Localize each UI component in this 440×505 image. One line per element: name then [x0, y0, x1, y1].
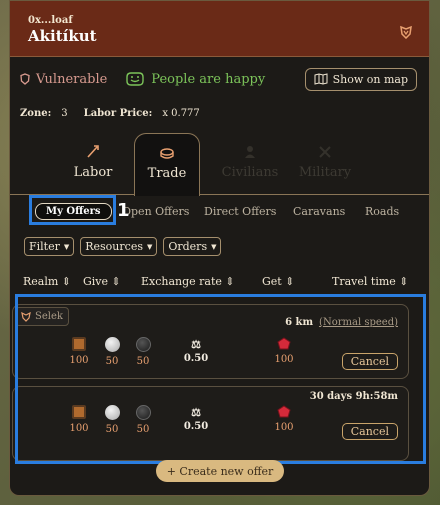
labor-price-value: x 0.777	[162, 107, 200, 119]
filter-row: Filter ▼ Resources ▼ Orders ▼	[10, 227, 429, 267]
vulnerable-label: Vulnerable	[36, 71, 108, 87]
column-headers: Realm ⇕ Give ⇕ Exchange rate ⇕ Get ⇕ Tra…	[10, 267, 429, 295]
map-icon	[314, 73, 328, 85]
col-realm[interactable]: Realm ⇕	[23, 275, 71, 288]
show-on-map-label: Show on map	[332, 72, 408, 86]
shield-icon	[20, 73, 30, 85]
col-get[interactable]: Get ⇕	[262, 275, 294, 288]
tab-civilians-label: Civilians	[221, 165, 279, 180]
civilians-icon	[245, 146, 255, 158]
crest-icon[interactable]	[399, 25, 413, 39]
owner-address: 0x...loaf	[28, 15, 73, 26]
status-row: Vulnerable People are happy Show on map	[10, 57, 429, 101]
zone-value: 3	[61, 107, 68, 119]
resources-dropdown[interactable]: Resources ▼	[80, 237, 158, 256]
highlight-box	[29, 195, 116, 225]
orders-label: Orders	[168, 240, 208, 253]
happiness-label: People are happy	[151, 71, 266, 87]
resources-label: Resources	[85, 240, 143, 253]
filter-dropdown[interactable]: Filter ▼	[24, 237, 75, 256]
tab-trade-label: Trade	[147, 166, 187, 181]
tab-military-label: Military	[298, 165, 352, 180]
tab-direct-offers[interactable]: Direct Offers	[204, 205, 276, 218]
filter-label: Filter	[29, 240, 60, 253]
tab-open-offers[interactable]: Open Offers	[122, 205, 189, 218]
orders-dropdown[interactable]: Orders ▼	[163, 237, 222, 256]
highlight-number: 1	[117, 200, 130, 221]
caret-down-icon: ▼	[146, 242, 153, 251]
vulnerable-status: Vulnerable	[20, 72, 107, 87]
tab-labor[interactable]: Labor	[60, 133, 126, 195]
zone-label: Zone:	[20, 107, 52, 119]
panel-header: 0x...loaf Akitíkut	[10, 1, 429, 57]
labor-price-label: Labor Price:	[83, 107, 153, 119]
happiness-status: People are happy	[125, 71, 265, 87]
tab-labor-label: Labor	[73, 165, 113, 180]
tab-trade[interactable]: Trade	[134, 133, 200, 196]
main-tabs: Labor Trade Civilians Military	[10, 133, 429, 196]
caret-down-icon: ▼	[63, 242, 70, 251]
col-give[interactable]: Give ⇕	[83, 275, 121, 288]
col-exchange-rate[interactable]: Exchange rate ⇕	[141, 275, 235, 288]
tab-roads[interactable]: Roads	[365, 205, 399, 218]
col-travel-time[interactable]: Travel time ⇕	[332, 275, 409, 288]
tab-civilians[interactable]: Civilians	[217, 133, 283, 195]
coins-icon	[160, 148, 174, 159]
create-offer-button[interactable]: + Create new offer	[156, 460, 284, 482]
hammer-icon	[87, 145, 99, 158]
happy-icon	[126, 72, 144, 86]
tab-military[interactable]: Military	[292, 133, 358, 195]
realm-title: Akitíkut	[28, 27, 97, 45]
military-icon	[319, 146, 331, 158]
show-on-map-button[interactable]: Show on map	[304, 67, 417, 91]
tab-caravans[interactable]: Caravans	[293, 205, 345, 218]
zone-row: Zone: 3 Labor Price: x 0.777	[10, 101, 429, 125]
highlight-box	[15, 294, 426, 464]
caret-down-icon: ▼	[211, 242, 217, 251]
